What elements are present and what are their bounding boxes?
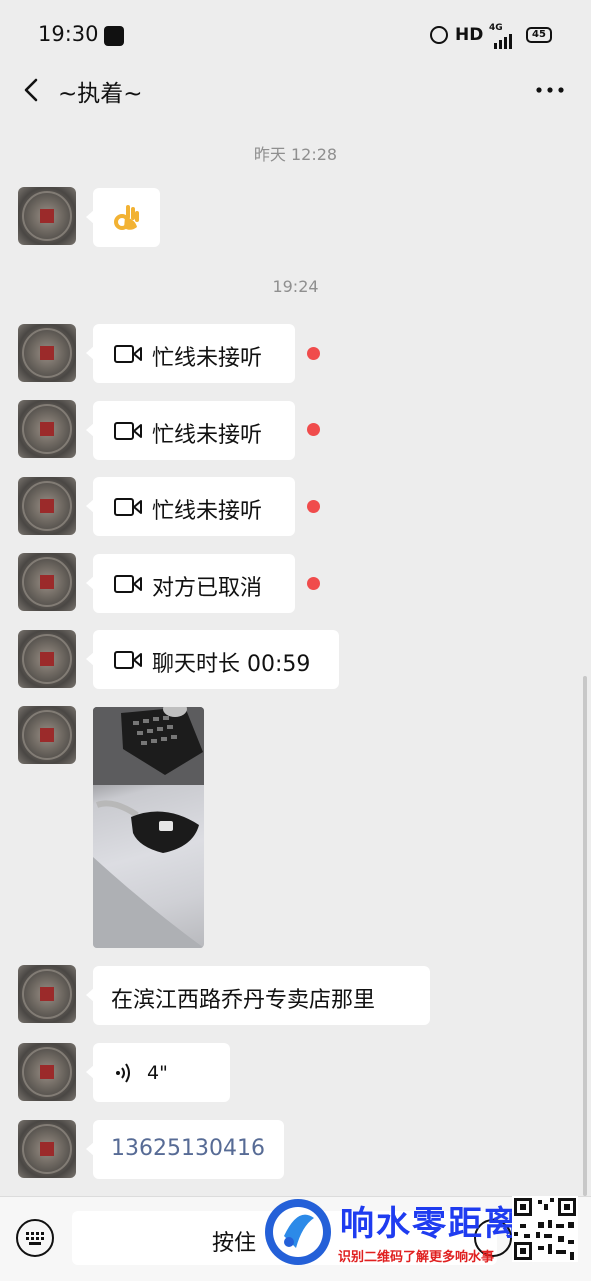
timestamp: 19:24 — [272, 277, 319, 296]
missed-call-dot — [307, 423, 320, 436]
alarm-icon — [430, 26, 448, 44]
chat-header: ~执着~ — [0, 62, 591, 118]
video-camera-icon — [114, 422, 142, 440]
watermark-subtitle: 识别二维码了解更多响水事 — [338, 1250, 495, 1265]
avatar[interactable] — [18, 187, 76, 245]
video-camera-icon — [114, 498, 142, 516]
scrollbar[interactable] — [583, 676, 587, 1196]
message-bubble[interactable] — [86, 188, 160, 247]
call-status-text: 忙线未接听 — [152, 346, 263, 371]
phone-number-link[interactable]: 13625130416 — [111, 1136, 265, 1161]
photo-content — [93, 707, 204, 948]
text-message-bubble[interactable]: 在滨江西路乔丹专卖店那里 — [86, 966, 430, 1025]
video-camera-icon — [114, 345, 142, 363]
keyboard-icon[interactable] — [16, 1219, 54, 1257]
avatar[interactable] — [18, 324, 76, 382]
call-status-text: 对方已取消 — [152, 576, 263, 601]
watermark-title: 响水零距离 — [340, 1204, 520, 1244]
video-call-bubble[interactable]: 忙线未接听 — [86, 401, 295, 460]
status-time: 19:30 — [38, 22, 99, 46]
avatar[interactable] — [18, 553, 76, 611]
avatar[interactable] — [18, 400, 76, 458]
missed-call-dot — [307, 577, 320, 590]
avatar[interactable] — [18, 1043, 76, 1101]
avatar[interactable] — [18, 630, 76, 688]
chat-title: ~执着~ — [58, 81, 143, 107]
timestamp: 昨天 12:28 — [253, 145, 338, 164]
app-notification-icon — [104, 26, 124, 46]
status-bar: 19:30 HD 4G 45 — [0, 0, 591, 70]
avatar[interactable] — [18, 706, 76, 764]
video-call-bubble[interactable]: 对方已取消 — [86, 554, 295, 613]
avatar[interactable] — [18, 477, 76, 535]
voice-duration: 4" — [147, 1062, 168, 1084]
battery-icon: 45 — [526, 27, 552, 43]
call-status-text: 忙线未接听 — [152, 499, 263, 524]
voice-wave-icon — [116, 1063, 130, 1083]
avatar[interactable] — [18, 965, 76, 1023]
message-text: 在滨江西路乔丹专卖店那里 — [111, 988, 376, 1013]
ok-hand-emoji — [114, 205, 139, 230]
video-camera-icon — [114, 575, 142, 593]
video-call-bubble[interactable]: 聊天时长 00:59 — [86, 630, 339, 689]
text-message-bubble[interactable]: 13625130416 — [86, 1120, 284, 1179]
call-status-text: 忙线未接听 — [152, 423, 263, 448]
call-duration-text: 聊天时长 00:59 — [152, 652, 311, 677]
missed-call-dot — [307, 347, 320, 360]
qr-code[interactable] — [512, 1196, 578, 1262]
hold-to-talk-label: 按住 — [212, 1231, 257, 1256]
photo-message[interactable] — [93, 707, 204, 948]
more-dots-icon[interactable] — [534, 76, 566, 104]
video-call-bubble[interactable]: 忙线未接听 — [86, 324, 295, 383]
chevron-left-icon[interactable] — [18, 76, 46, 104]
avatar[interactable] — [18, 1120, 76, 1178]
video-camera-icon — [114, 651, 142, 669]
watermark-logo — [265, 1199, 331, 1265]
video-call-bubble[interactable]: 忙线未接听 — [86, 477, 295, 536]
signal-icon — [494, 30, 514, 49]
voice-message-bubble[interactable]: 4" — [86, 1043, 230, 1102]
hd-indicator: HD — [455, 25, 484, 45]
missed-call-dot — [307, 500, 320, 513]
